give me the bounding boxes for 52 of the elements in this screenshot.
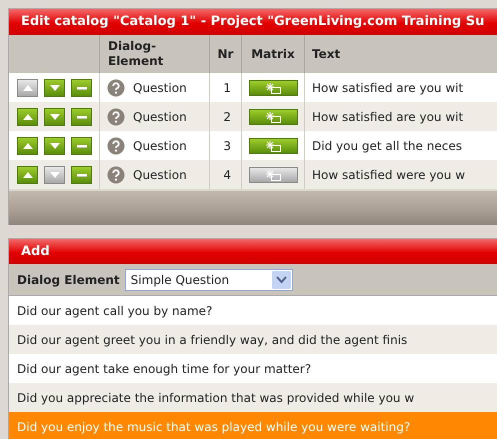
dialog-element-label: Dialog Element: [17, 272, 120, 288]
remove-button[interactable]: [71, 78, 92, 96]
element-type: Question: [133, 166, 187, 184]
question-list-item[interactable]: Did our agent greet you in a friendly way, and did the agent finis: [9, 325, 497, 354]
question-text: How satisfied are you wit: [305, 102, 497, 131]
down-arrow-icon: [48, 142, 60, 150]
question-text: How satisfied were you w: [305, 160, 497, 189]
down-arrow-icon: [48, 112, 60, 120]
down-arrow-icon: [48, 170, 60, 178]
element-type: Question: [133, 108, 187, 126]
new-window-icon: [264, 140, 282, 152]
question-text: Did you get all the neces: [305, 131, 497, 160]
question-list-item[interactable]: Did our agent take enough time for your matter?: [9, 354, 497, 383]
row-number: 1: [210, 73, 242, 102]
question-list-item[interactable]: Did you appreciate the information that was provided while you w: [9, 383, 497, 412]
help-icon: [107, 166, 125, 184]
up-arrow-icon: [22, 170, 34, 178]
column-header: Text: [311, 46, 342, 63]
new-window-icon: [264, 82, 282, 94]
help-icon: [107, 108, 125, 126]
row-number: 4: [210, 160, 242, 189]
remove-button[interactable]: [71, 166, 92, 184]
matrix-button[interactable]: [248, 108, 298, 124]
up-arrow-icon: [22, 142, 34, 150]
up-arrow-icon: [22, 84, 34, 92]
dropdown-icon: [272, 270, 291, 288]
down-arrow-icon: [48, 84, 60, 92]
move-up-button[interactable]: [17, 136, 38, 154]
question-text: How satisfied are you wit: [305, 73, 497, 102]
remove-button[interactable]: [71, 136, 92, 154]
move-down-button[interactable]: [44, 136, 65, 154]
dialog-element-select[interactable]: Simple Question: [124, 268, 293, 290]
move-up-button[interactable]: [17, 166, 38, 184]
element-type: Question: [133, 80, 187, 96]
matrix-button[interactable]: [248, 166, 298, 182]
row-number: 2: [210, 102, 242, 131]
matrix-button[interactable]: [248, 80, 298, 96]
new-window-icon: [264, 168, 282, 180]
matrix-button[interactable]: [248, 138, 298, 154]
move-up-button[interactable]: [17, 108, 38, 126]
help-icon: [107, 78, 125, 96]
row-number: 3: [210, 131, 242, 160]
question-list-item[interactable]: Did our agent call you by name?: [9, 296, 497, 325]
new-window-icon: [264, 110, 282, 122]
move-down-button[interactable]: [44, 108, 65, 126]
up-arrow-icon: [22, 112, 34, 120]
panel-title: Edit catalog "Catalog 1" - Project "GreenLiving.com Training Su: [9, 9, 497, 35]
help-icon: [107, 136, 125, 154]
remove-button[interactable]: [71, 108, 92, 126]
element-type: Question: [133, 138, 187, 154]
move-down-button[interactable]: [44, 78, 65, 96]
panel-title: Add: [9, 239, 497, 264]
